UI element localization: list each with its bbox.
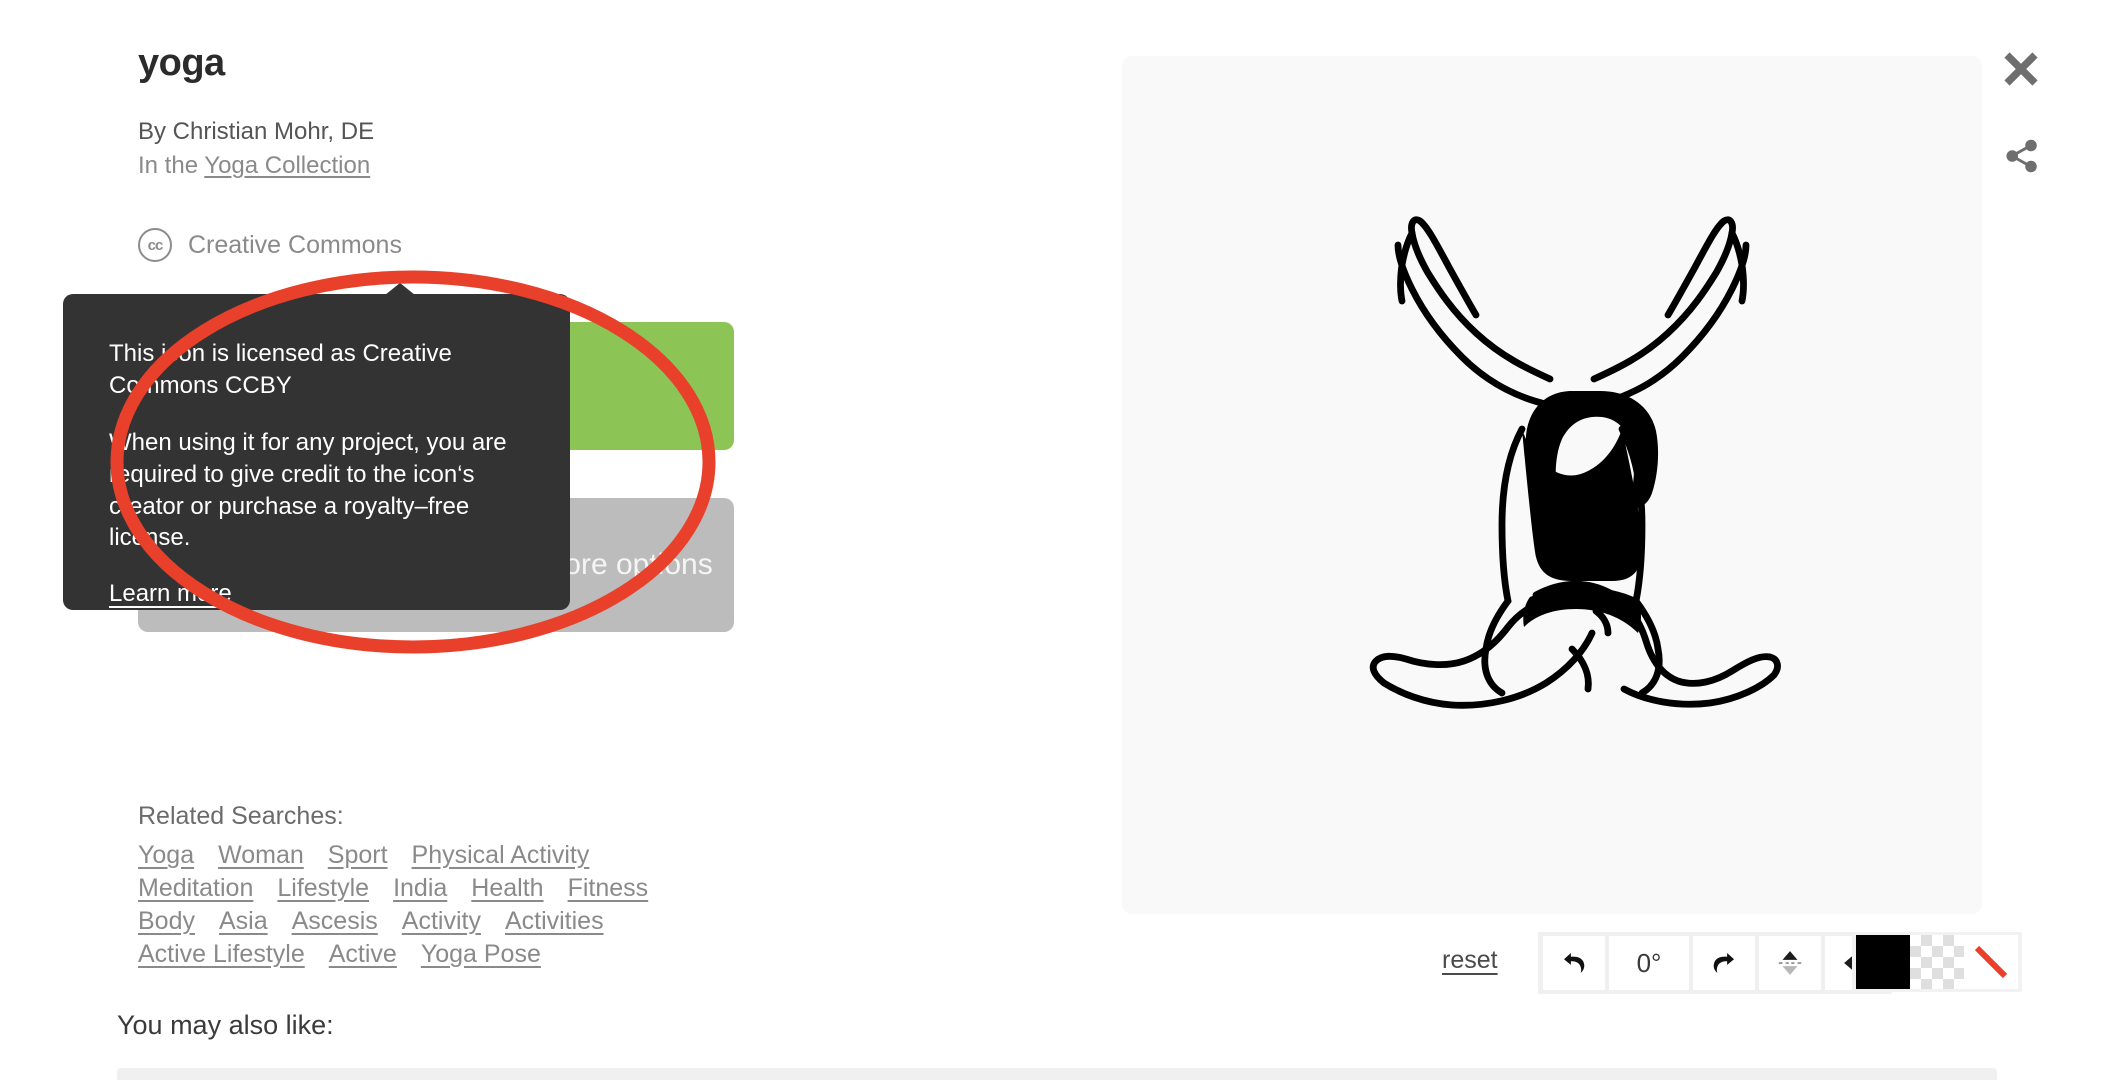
close-icon[interactable] bbox=[2000, 48, 2042, 90]
related-tag[interactable]: Active bbox=[329, 940, 397, 969]
related-tag[interactable]: Woman bbox=[218, 841, 304, 870]
related-searches-title: Related Searches: bbox=[138, 802, 344, 830]
related-tag[interactable]: Health bbox=[471, 874, 543, 903]
related-tag-list: Yoga Woman Sport Physical Activity Medit… bbox=[138, 841, 666, 969]
rotate-left-button[interactable] bbox=[1543, 936, 1605, 990]
flip-vertical-icon bbox=[1778, 951, 1802, 975]
related-tag[interactable]: India bbox=[393, 874, 447, 903]
author-label: By Christian Mohr, DE bbox=[138, 118, 375, 145]
collection-line: In the Yoga Collection bbox=[138, 152, 370, 180]
tooltip-paragraph-1: This icon is licensed as Creative Common… bbox=[109, 340, 452, 399]
related-searches: Related Searches: Yoga Woman Sport Physi… bbox=[138, 802, 778, 969]
reset-button[interactable]: reset bbox=[1442, 946, 1498, 975]
swatch-no-color[interactable] bbox=[1964, 935, 2018, 989]
swatch-black[interactable] bbox=[1856, 935, 1910, 989]
rotate-right-button[interactable] bbox=[1693, 936, 1755, 990]
also-like-strip bbox=[117, 1068, 1997, 1080]
related-tag[interactable]: Body bbox=[138, 907, 195, 936]
flip-vertical-button[interactable] bbox=[1759, 936, 1821, 990]
related-tag[interactable]: Fitness bbox=[568, 874, 649, 903]
tooltip-paragraph-2: When using it for any project, you are r… bbox=[109, 429, 507, 552]
license-label: Creative Commons bbox=[188, 230, 402, 259]
related-tag[interactable]: Ascesis bbox=[292, 907, 378, 936]
related-tag[interactable]: Physical Activity bbox=[412, 841, 590, 870]
image-toolbar: reset 0° bbox=[1122, 932, 2022, 994]
related-tag[interactable]: Activity bbox=[402, 907, 481, 936]
collection-prefix: In the bbox=[138, 152, 205, 179]
yoga-icon-preview bbox=[1369, 216, 1781, 709]
icon-detail-page: yoga By Christian Mohr, DE In the Yoga C… bbox=[0, 0, 2114, 1080]
related-tag[interactable]: Asia bbox=[219, 907, 268, 936]
no-color-icon bbox=[1974, 945, 2008, 979]
rotation-value[interactable]: 0° bbox=[1609, 936, 1689, 990]
collection-link[interactable]: Yoga Collection bbox=[204, 152, 370, 179]
related-tag[interactable]: Sport bbox=[328, 841, 388, 870]
license-row[interactable]: cc Creative Commons bbox=[138, 228, 402, 262]
share-icon[interactable] bbox=[2004, 138, 2040, 174]
icon-preview-panel[interactable] bbox=[1122, 56, 1982, 914]
rotate-left-icon bbox=[1564, 953, 1585, 973]
learn-more-link[interactable]: Learn more bbox=[109, 580, 232, 608]
related-tag[interactable]: Activities bbox=[505, 907, 604, 936]
related-tag[interactable]: Lifestyle bbox=[277, 874, 369, 903]
also-like-heading: You may also like: bbox=[117, 1010, 334, 1040]
license-tooltip: This icon is licensed as Creative Common… bbox=[63, 283, 570, 610]
swatch-transparent[interactable] bbox=[1910, 935, 1964, 989]
creative-commons-icon[interactable]: cc bbox=[138, 228, 172, 262]
icon-info-column: yoga By Christian Mohr, DE In the Yoga C… bbox=[63, 0, 918, 1080]
color-swatch-group bbox=[1852, 932, 2022, 992]
rotate-right-icon bbox=[1713, 953, 1734, 973]
page-title: yoga bbox=[138, 42, 225, 84]
related-tag[interactable]: Yoga Pose bbox=[421, 940, 541, 969]
rotation-control-group: 0° bbox=[1538, 932, 1892, 994]
related-tag[interactable]: Meditation bbox=[138, 874, 253, 903]
related-tag[interactable]: Active Lifestyle bbox=[138, 940, 305, 969]
related-tag[interactable]: Yoga bbox=[138, 841, 194, 870]
